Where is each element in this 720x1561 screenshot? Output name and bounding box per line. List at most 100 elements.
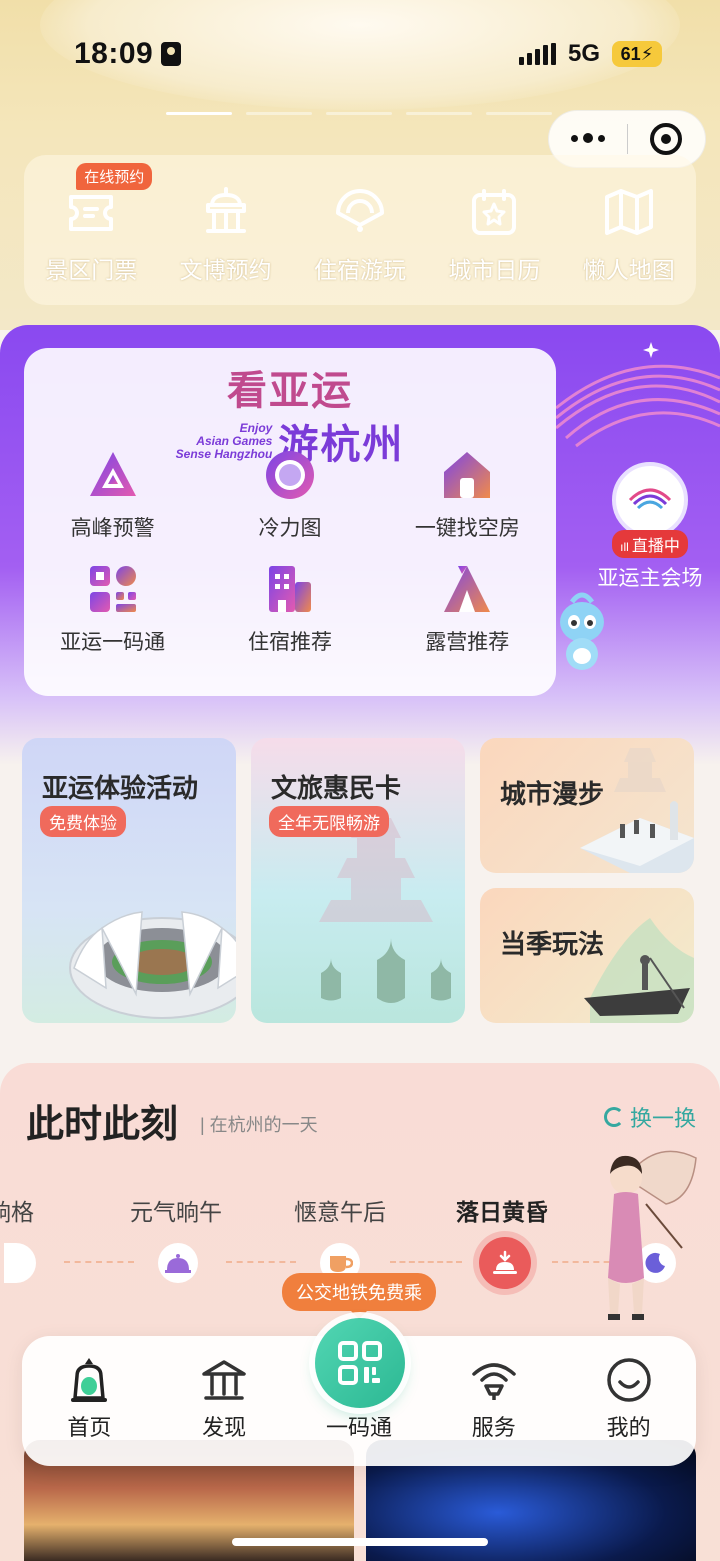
qr-code-icon — [89, 566, 136, 612]
tab-profile[interactable]: 我的 — [569, 1356, 689, 1442]
tab-label: 我的 — [606, 1415, 651, 1440]
quick-nav-label: 住宿游玩 — [313, 257, 406, 283]
asian-games-card: 看亚运 Enjoy Asian Games Sense Hangzhou 游杭州… — [24, 348, 556, 696]
tab-label: 首页 — [67, 1415, 112, 1440]
service-icon — [472, 1363, 516, 1400]
find-room-button[interactable]: 一键找空房 — [379, 448, 556, 542]
card-title: 文旅惠民卡 — [271, 773, 402, 803]
card-title: 亚运体验活动 — [42, 773, 199, 803]
tab-service[interactable]: 服务 — [434, 1356, 554, 1442]
tab-label: 服务 — [471, 1415, 516, 1440]
quick-nav-tickets[interactable]: 在线预约 景区门票 — [26, 163, 156, 285]
timeline-item[interactable]: 惬意午后 — [294, 1193, 386, 1227]
one-code-button[interactable] — [315, 1318, 405, 1408]
home-indicator[interactable] — [232, 1538, 488, 1546]
id-card-icon — [161, 42, 182, 66]
free-transit-tooltip[interactable]: 公交地铁免费乘 — [282, 1273, 436, 1319]
close-miniprogram-icon[interactable] — [628, 123, 706, 155]
ticket-icon — [69, 195, 114, 231]
stadium-illustration — [69, 911, 236, 1019]
lodging-recommend-button[interactable]: 住宿推荐 — [201, 562, 378, 656]
quick-nav-label: 城市日历 — [448, 257, 541, 283]
tab-label: 一码通 — [325, 1415, 392, 1440]
status-bar: 18:09 5G 61 ⚡ — [0, 30, 720, 78]
network-type: 5G — [567, 40, 600, 67]
live-stream-thumbnail — [612, 462, 688, 538]
qr-code-icon — [338, 1341, 382, 1385]
heatmap-button[interactable]: 冷力图 — [201, 448, 378, 542]
tab-home[interactable]: 首页 — [29, 1356, 149, 1442]
guide-character-illustration — [608, 1150, 697, 1320]
online-booking-badge: 在线预约 — [76, 163, 153, 190]
pager-dot — [406, 112, 472, 115]
live-stream-label: 亚运主会场 — [597, 567, 703, 590]
quick-nav-label: 懒人地图 — [582, 257, 675, 283]
item-label: 一键找空房 — [414, 517, 520, 540]
triangle-warning-icon — [89, 452, 136, 496]
tab-discover[interactable]: 发现 — [164, 1356, 284, 1442]
timeline-dot[interactable] — [4, 1243, 36, 1283]
building-icon — [268, 566, 311, 612]
refresh-icon — [603, 1107, 624, 1127]
peak-warning-button[interactable]: 高峰预警 — [24, 448, 201, 542]
battery-icon: 61 ⚡ — [612, 41, 662, 67]
time-text: 18:09 — [74, 37, 154, 70]
refresh-label: 换一换 — [629, 1106, 696, 1131]
live-badge: 直播中 — [612, 530, 688, 558]
card-title: 城市漫步 — [500, 779, 605, 809]
more-icon[interactable] — [549, 133, 627, 144]
mascot-icon — [560, 592, 604, 670]
timeline-item[interactable]: 晌格 — [0, 1193, 34, 1227]
seasonal-play-card[interactable]: 当季玩法 — [480, 888, 694, 1023]
home-icon — [71, 1358, 108, 1402]
discover-icon — [202, 1360, 246, 1400]
item-label: 露营推荐 — [425, 631, 510, 654]
ring-icon — [265, 451, 314, 499]
tab-label: 发现 — [202, 1415, 247, 1440]
museum-icon — [205, 187, 246, 233]
asian-games-code-button[interactable]: 亚运一码通 — [24, 562, 201, 656]
city-walk-card[interactable]: 城市漫步 — [480, 738, 694, 873]
quick-nav-stay[interactable]: 住宿游玩 — [295, 185, 425, 285]
pager-dot — [326, 112, 392, 115]
map-icon — [604, 189, 653, 235]
card-title: 当季玩法 — [500, 929, 605, 959]
card-tag: 全年无限畅游 — [269, 806, 389, 837]
section-title: 此时此刻 — [26, 1104, 179, 1146]
clock: 18:09 — [74, 37, 182, 71]
section-subtitle: | 在杭州的一天 — [200, 1115, 318, 1135]
timeline-item-active[interactable]: 落日黄昏 — [456, 1193, 548, 1227]
item-label: 高峰预警 — [70, 517, 155, 540]
quick-nav-label: 景区门票 — [45, 257, 138, 283]
camping-recommend-button[interactable]: 露营推荐 — [379, 562, 556, 656]
asian-games-emblem-decoration — [556, 342, 720, 448]
quick-nav-museum[interactable]: 文博预约 — [161, 185, 291, 285]
refresh-button[interactable]: 换一换 — [603, 1101, 696, 1133]
quick-nav-calendar[interactable]: 城市日历 — [429, 185, 559, 285]
live-stream-button[interactable]: 直播中 亚运主会场 — [594, 462, 706, 592]
sunset-icon[interactable] — [479, 1237, 531, 1289]
stadium-emblem-icon — [628, 488, 672, 510]
culture-tourism-card[interactable]: 文旅惠民卡 全年无限畅游 — [251, 738, 465, 1023]
item-label: 亚运一码通 — [60, 631, 166, 654]
quick-nav: 在线预约 景区门票 文博预约 住宿游玩 城市日历 懒人地图 — [24, 155, 696, 305]
tent-icon — [444, 566, 491, 612]
house-icon — [444, 452, 491, 498]
cloche-icon[interactable] — [158, 1243, 198, 1283]
pager-dot — [486, 112, 552, 115]
asian-games-logo: 看亚运 Enjoy Asian Games Sense Hangzhou 游杭州 — [24, 358, 556, 468]
pager-dot — [166, 112, 232, 115]
signal-icon — [518, 43, 556, 65]
quick-nav-label: 文博预约 — [179, 257, 272, 283]
item-label: 住宿推荐 — [247, 631, 332, 654]
banner-pager — [166, 112, 552, 115]
card-tag: 免费体验 — [40, 806, 126, 837]
logo-title-1: 看亚运 — [227, 367, 353, 414]
pager-dot — [246, 112, 312, 115]
calendar-icon — [472, 189, 517, 235]
fan-icon — [335, 189, 384, 232]
asian-games-experience-card[interactable]: 亚运体验活动 免费体验 — [22, 738, 236, 1023]
quick-nav-map[interactable]: 懒人地图 — [564, 185, 694, 285]
profile-icon — [606, 1358, 651, 1402]
timeline-item[interactable]: 元气晌午 — [130, 1193, 222, 1227]
